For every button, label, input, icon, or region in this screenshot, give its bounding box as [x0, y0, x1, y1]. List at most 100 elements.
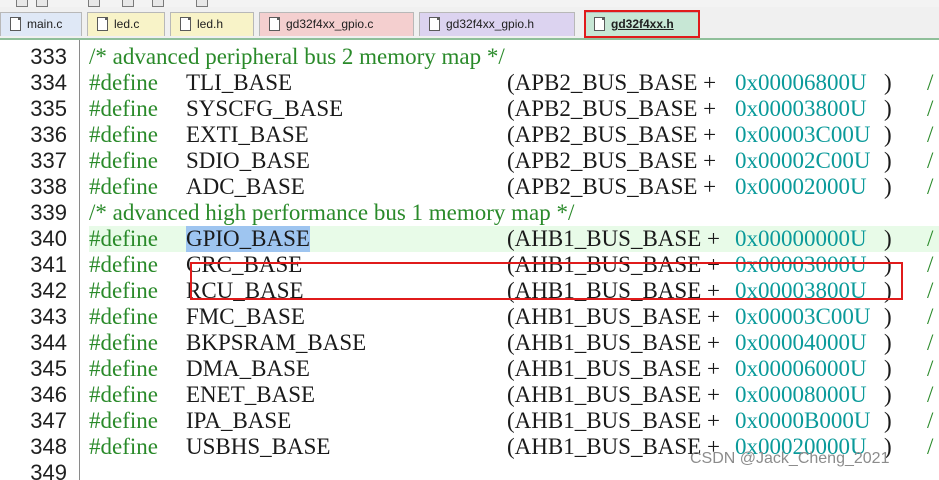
- tab-label: gd32f4xx_gpio.h: [446, 17, 535, 31]
- define-keyword: #define: [89, 252, 158, 277]
- code-text: #define BKPSRAM_BASE (AHB1_BUS_BASE + 0x000…: [89, 330, 939, 356]
- code-line[interactable]: 337 #define SDIO_BASE (APB2_BUS_BASE + 0x000…: [0, 148, 939, 174]
- code-line[interactable]: 334 #define TLI_BASE (APB2_BUS_BASE + 0x0000…: [0, 70, 939, 96]
- line-number: 343: [30, 304, 67, 329]
- comment-start: /: [927, 148, 934, 173]
- macro-name: ENET_BASE: [186, 382, 316, 407]
- code-line[interactable]: 345 #define DMA_BASE (AHB1_BUS_BASE + 0x0000…: [0, 356, 939, 382]
- define-keyword: #define: [89, 408, 158, 433]
- file-icon: [429, 17, 440, 31]
- define-keyword: #define: [89, 304, 158, 329]
- code-line[interactable]: 335 #define SYSCFG_BASE (APB2_BUS_BASE + 0x0…: [0, 96, 939, 122]
- define-keyword: #define: [89, 434, 158, 459]
- tab-led-h[interactable]: led.h: [170, 12, 254, 36]
- gpio-base-annotation-box: [190, 262, 903, 300]
- closing-paren: ): [884, 174, 892, 199]
- toolbar-button-icon[interactable]: [16, 0, 28, 7]
- comment-start: /: [927, 304, 934, 329]
- code-text: #define FMC_BASE (AHB1_BUS_BASE + 0x00003C0…: [89, 304, 939, 330]
- define-keyword: #define: [89, 148, 158, 173]
- code-line[interactable]: 336 #define EXTI_BASE (APB2_BUS_BASE + 0x000…: [0, 122, 939, 148]
- macro-name: IPA_BASE: [186, 408, 292, 433]
- comment-start: /: [927, 278, 934, 303]
- closing-paren: ): [884, 330, 892, 355]
- line-number: 335: [30, 96, 67, 121]
- comment-start: /: [927, 330, 934, 355]
- code-line[interactable]: 343 #define FMC_BASE (AHB1_BUS_BASE + 0x0000…: [0, 304, 939, 330]
- macro-name: USBHS_BASE: [186, 434, 331, 459]
- tab-label: main.c: [27, 17, 63, 31]
- toolbar: [0, 0, 939, 7]
- line-number: 336: [30, 122, 67, 147]
- define-keyword: #define: [89, 122, 158, 147]
- toolbar-button-icon[interactable]: [88, 0, 100, 7]
- macro-name: BKPSRAM_BASE: [186, 330, 367, 355]
- code-line[interactable]: 340 #define GPIO_BASE (AHB1_BUS_BASE + 0x000…: [0, 226, 939, 252]
- line-number: 334: [30, 70, 67, 95]
- code-text: #define ENET_BASE (AHB1_BUS_BASE + 0x000080…: [89, 382, 939, 408]
- hex-offset: 0x00003C00U: [735, 304, 871, 329]
- code-line[interactable]: 344 #define BKPSRAM_BASE (AHB1_BUS_BASE + 0x…: [0, 330, 939, 356]
- closing-paren: ): [884, 304, 892, 329]
- line-number: 333: [30, 44, 67, 69]
- code-line[interactable]: 339 /* advanced high performance bus 1 me…: [0, 200, 939, 226]
- hex-offset: 0x00003C00U: [735, 122, 871, 147]
- tab-gd32f4xx-gpio-c[interactable]: gd32f4xx_gpio.c: [259, 12, 414, 36]
- line-number: 348: [30, 434, 67, 459]
- bus-base-expression: (AHB1_BUS_BASE +: [507, 356, 720, 381]
- code-editor[interactable]: 333 /* advanced peripheral bus 2 memory m…: [0, 40, 939, 480]
- toolbar-button-icon[interactable]: [36, 0, 48, 7]
- hex-offset: 0x00003800U: [735, 96, 867, 121]
- file-icon: [180, 17, 191, 31]
- line-number: 339: [30, 200, 67, 225]
- line-number: 337: [30, 148, 67, 173]
- file-icon: [10, 17, 21, 31]
- tab-label: gd32f4xx_gpio.c: [286, 17, 374, 31]
- line-number: 341: [30, 252, 67, 277]
- hex-offset: 0x00004000U: [735, 330, 867, 355]
- bus-base-expression: (AHB1_BUS_BASE +: [507, 330, 720, 355]
- closing-paren: ): [884, 226, 892, 251]
- code-text: #define IPA_BASE (AHB1_BUS_BASE + 0x0000B00…: [89, 408, 939, 434]
- line-number: 342: [30, 278, 67, 303]
- comment-start: /: [927, 356, 934, 381]
- line-number: 344: [30, 330, 67, 355]
- tab-label: led.c: [114, 17, 140, 31]
- code-line[interactable]: 333 /* advanced peripheral bus 2 memory m…: [0, 44, 939, 70]
- code-line[interactable]: 338 #define ADC_BASE (APB2_BUS_BASE + 0x0000…: [0, 174, 939, 200]
- closing-paren: ): [884, 408, 892, 433]
- code-line[interactable]: 346 #define ENET_BASE (AHB1_BUS_BASE + 0x000…: [0, 382, 939, 408]
- macro-name: DMA_BASE: [186, 356, 310, 381]
- file-icon: [97, 17, 108, 31]
- define-keyword: #define: [89, 174, 158, 199]
- comment-start: /: [927, 226, 934, 251]
- watermark: CSDN @Jack_Cheng_2021: [690, 450, 890, 467]
- comment-start: /: [927, 174, 934, 199]
- line-number: 349: [30, 460, 67, 480]
- code-text: #define DMA_BASE (AHB1_BUS_BASE + 0x0000600…: [89, 356, 939, 382]
- comment-start: /: [927, 96, 934, 121]
- bus-base-expression: (AHB1_BUS_BASE +: [507, 304, 720, 329]
- comment-start: /: [927, 70, 934, 95]
- define-keyword: #define: [89, 96, 158, 121]
- tab-led-c[interactable]: led.c: [87, 12, 165, 36]
- hex-offset: 0x00000000U: [735, 226, 867, 251]
- hex-offset: 0x00002C00U: [735, 148, 871, 173]
- toolbar-button-icon[interactable]: [196, 0, 208, 7]
- hex-offset: 0x00006000U: [735, 356, 867, 381]
- tab-main-c[interactable]: main.c: [0, 12, 82, 36]
- code-text: #define GPIO_BASE (AHB1_BUS_BASE + 0x000000…: [89, 226, 939, 252]
- tab-label: led.h: [197, 17, 224, 31]
- bus-base-expression: (APB2_BUS_BASE +: [507, 122, 717, 147]
- toolbar-button-icon[interactable]: [122, 0, 134, 7]
- define-keyword: #define: [89, 356, 158, 381]
- code-text: /* advanced high performance bus 1 memor…: [89, 200, 939, 226]
- editor-tab-bar: main.c led.c led.h gd32f4xx_gpio.c gd32f…: [0, 7, 939, 40]
- toolbar-button-icon[interactable]: [152, 0, 164, 7]
- line-number: 346: [30, 382, 67, 407]
- code-text: #define EXTI_BASE (APB2_BUS_BASE + 0x00003C…: [89, 122, 939, 148]
- tab-gd32f4xx-gpio-h[interactable]: gd32f4xx_gpio.h: [419, 12, 575, 36]
- code-line[interactable]: 347 #define IPA_BASE (AHB1_BUS_BASE + 0x0000…: [0, 408, 939, 434]
- define-keyword: #define: [89, 330, 158, 355]
- comment-start: /: [927, 122, 934, 147]
